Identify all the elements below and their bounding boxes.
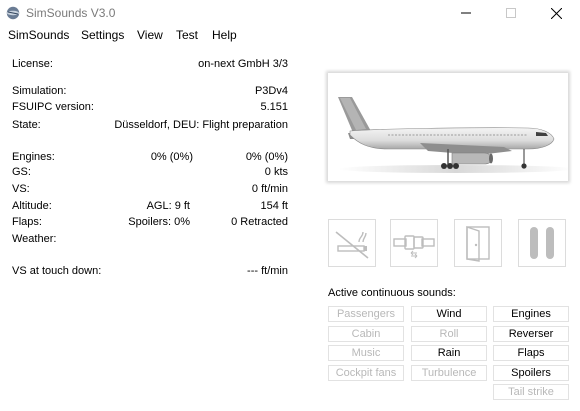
vs-row: VS: 0 ft/min <box>12 183 288 197</box>
sound-passengers[interactable]: Passengers <box>328 306 404 322</box>
engines-value: 0% (0%) <box>245 151 288 163</box>
maximize-icon <box>506 8 516 18</box>
menu-test[interactable]: Test <box>176 28 198 42</box>
weather-label: Weather: <box>12 233 57 245</box>
close-button[interactable] <box>533 0 579 26</box>
altitude-agl-value: AGL: 9 ft <box>146 200 190 212</box>
license-value: on-next GmbH 3/3 <box>198 58 288 70</box>
sound-spoilers[interactable]: Spoilers <box>493 365 569 381</box>
license-row: License: on-next GmbH 3/3 <box>12 58 288 72</box>
flaps-value: 0 Retracted <box>231 216 288 228</box>
license-label: License: <box>12 58 53 70</box>
no-smoking-icon <box>335 231 369 259</box>
sound-flaps[interactable]: Flaps <box>493 345 569 361</box>
flaps-row: Flaps: Spoilers: 0% 0 Retracted <box>12 216 288 230</box>
window-title: SimSounds V3.0 <box>26 6 116 20</box>
sound-cockpit-fans[interactable]: Cockpit fans <box>328 365 404 381</box>
sound-wind[interactable]: Wind <box>411 306 487 322</box>
sound-engines[interactable]: Engines <box>493 306 569 322</box>
spoilers-value: Spoilers: 0% <box>128 216 190 228</box>
airplane-icon <box>338 97 574 173</box>
simulation-label: Simulation: <box>12 85 67 97</box>
minimize-button[interactable] <box>443 0 489 26</box>
title-bar: SimSounds V3.0 <box>0 0 580 26</box>
sounds-header: Active continuous sounds: <box>328 287 456 299</box>
pause-icon <box>530 227 554 259</box>
seatbelt-button[interactable] <box>390 219 438 267</box>
fsuipc-value: 5.151 <box>260 101 288 113</box>
maximize-button[interactable] <box>488 0 534 26</box>
sound-music[interactable]: Music <box>328 345 404 361</box>
vs-value: 0 ft/min <box>251 183 288 195</box>
sound-cabin[interactable]: Cabin <box>328 326 404 342</box>
sound-reverser[interactable]: Reverser <box>493 326 569 342</box>
pause-button[interactable] <box>518 219 566 267</box>
weather-row: Weather: <box>12 233 288 247</box>
engines-mid-value: 0% (0%) <box>150 151 193 163</box>
menu-help[interactable]: Help <box>212 28 237 42</box>
seatbelt-icon <box>393 235 435 259</box>
door-icon <box>466 226 490 262</box>
gs-row: GS: 0 kts <box>12 166 288 180</box>
sound-rain[interactable]: Rain <box>411 345 487 361</box>
sound-roll[interactable]: Roll <box>411 326 487 342</box>
door-button[interactable] <box>454 219 502 267</box>
simulation-row: Simulation: P3Dv4 <box>12 85 288 99</box>
sound-turbulence[interactable]: Turbulence <box>411 365 487 381</box>
app-icon <box>6 6 20 20</box>
altitude-row: Altitude: AGL: 9 ft 154 ft <box>12 200 288 214</box>
gs-value: 0 kts <box>264 166 288 178</box>
sound-tail-strike[interactable]: Tail strike <box>493 384 569 400</box>
engines-row: Engines: 0% (0%) 0% (0%) <box>12 151 288 165</box>
flaps-label: Flaps: <box>12 216 42 228</box>
simulation-value: P3Dv4 <box>254 85 288 97</box>
minimize-icon <box>461 12 471 14</box>
altitude-value: 154 ft <box>260 200 288 212</box>
fsuipc-label: FSUIPC version: <box>12 101 94 113</box>
touchdown-value: --- ft/min <box>247 265 288 277</box>
engines-label: Engines: <box>12 151 55 163</box>
main-panel: License: on-next GmbH 3/3 Simulation: P3… <box>0 45 580 411</box>
gs-label: GS: <box>12 166 31 178</box>
close-icon <box>550 7 562 19</box>
vs-label: VS: <box>12 183 30 195</box>
menu-settings[interactable]: Settings <box>81 28 124 42</box>
menu-simsounds[interactable]: SimSounds <box>8 28 69 42</box>
altitude-label: Altitude: <box>12 200 52 212</box>
no-smoking-button[interactable] <box>328 219 376 267</box>
menu-bar: SimSounds Settings View Test Help <box>0 26 580 45</box>
state-label: State: <box>12 119 41 131</box>
touchdown-row: VS at touch down: --- ft/min <box>12 265 288 279</box>
fsuipc-row: FSUIPC version: 5.151 <box>12 101 288 115</box>
touchdown-label: VS at touch down: <box>12 265 102 277</box>
state-row: State: Düsseldorf, DEU: Flight preparati… <box>12 119 288 133</box>
state-value: Düsseldorf, DEU: Flight preparation <box>114 119 288 131</box>
aircraft-image-panel <box>328 73 574 181</box>
menu-view[interactable]: View <box>137 28 163 42</box>
